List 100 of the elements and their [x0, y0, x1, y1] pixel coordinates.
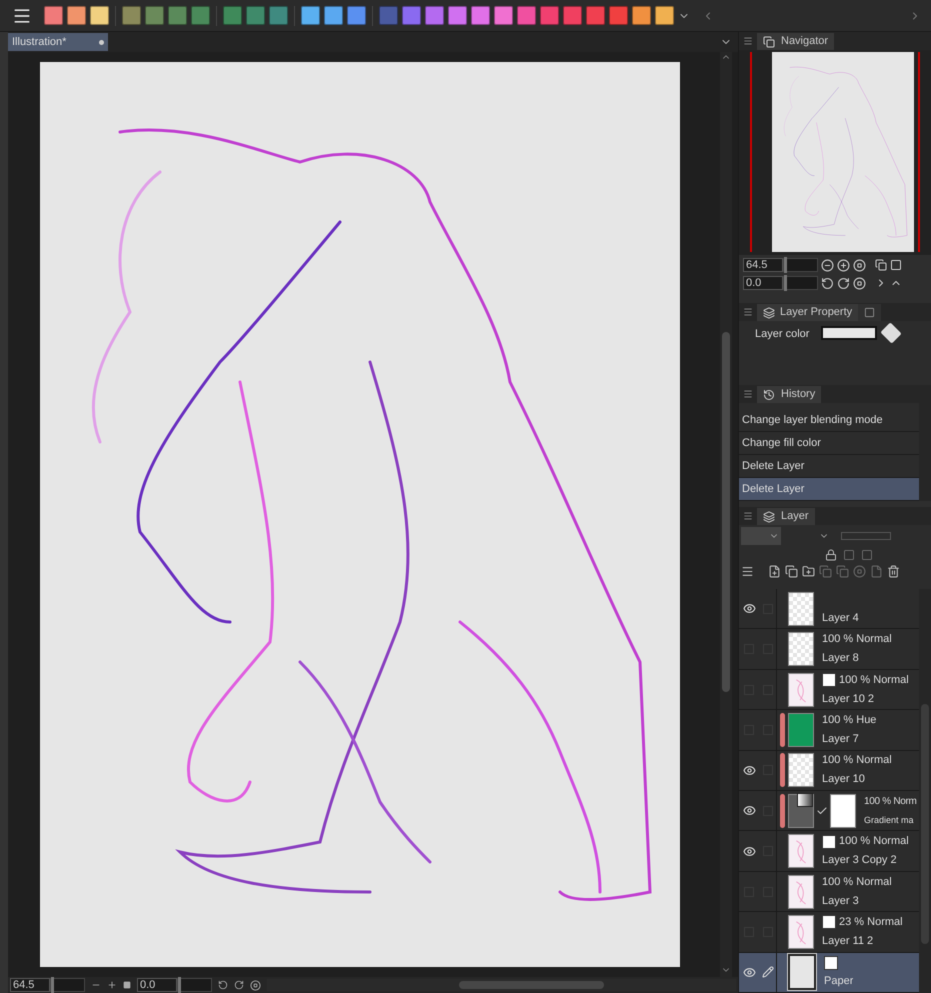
toolbar-tool-icon[interactable] [269, 6, 288, 25]
document-tab[interactable]: Illustration* [8, 33, 108, 51]
toolbar-tool-icon[interactable] [448, 6, 467, 25]
vertical-scrollbar[interactable] [720, 52, 732, 977]
panel-menu-icon[interactable] [743, 36, 753, 46]
layer-row[interactable]: 100 % Normal Layer 10 2 [739, 670, 919, 710]
zoom-field[interactable]: 64.5 [743, 258, 783, 272]
fit-icon[interactable] [853, 258, 866, 272]
eye-icon[interactable] [742, 602, 756, 616]
check-icon [816, 804, 828, 817]
toolbar-tool-icon[interactable] [586, 6, 605, 25]
eye-icon[interactable] [742, 844, 756, 858]
toolbar-tool-icon[interactable] [246, 6, 265, 25]
slider-handle[interactable] [784, 257, 787, 273]
toolbar-tool-icon[interactable] [90, 6, 109, 25]
history-scrollbar[interactable] [919, 403, 931, 501]
layer-row[interactable]: Layer 4 [739, 589, 919, 630]
eye-icon[interactable] [742, 764, 756, 777]
layer-scrollbar[interactable] [919, 589, 931, 993]
rotate-right-icon[interactable] [234, 980, 244, 990]
toolbar-tool-icon[interactable] [471, 6, 490, 25]
trash-icon[interactable] [887, 565, 900, 578]
rotate-right-icon[interactable] [837, 276, 850, 290]
layer-list-icon[interactable] [741, 565, 754, 578]
panel-tab[interactable] [858, 304, 882, 321]
rotation-field[interactable]: 0.0 [137, 978, 177, 992]
opacity-field[interactable] [841, 532, 891, 540]
layer-name: Layer 11 2 [822, 934, 874, 949]
new-folder-icon[interactable] [802, 565, 815, 578]
horizontal-scrollbar[interactable] [267, 979, 736, 991]
layer-name: Layer 3 Copy 2 [822, 853, 898, 868]
toolbar-tool-icon[interactable] [67, 6, 86, 25]
rotate-left-icon[interactable] [821, 276, 834, 290]
zoom-in-icon[interactable] [837, 258, 850, 272]
panel-tab[interactable]: Layer Property [757, 304, 858, 321]
panel-menu-icon[interactable] [743, 511, 753, 521]
layer-property-icon [763, 306, 775, 318]
rotation-field[interactable]: 0.0 [743, 276, 783, 290]
navigator-icon [763, 36, 775, 48]
fit-icon[interactable] [123, 981, 131, 989]
toolbar-tool-icon[interactable] [347, 6, 366, 25]
toolbar-tool-icon[interactable] [301, 6, 320, 25]
toolbar-tool-icon[interactable] [425, 6, 444, 25]
blend-mode-label: 100 % Normal [822, 753, 892, 768]
scrollbar-thumb[interactable] [722, 332, 730, 692]
layer-name: Layer 10 2 [822, 692, 875, 707]
blend-mode-label: 100 % Normal [839, 834, 909, 850]
panel-menu-icon[interactable] [743, 389, 753, 399]
toolbar-tool-icon[interactable] [191, 6, 210, 25]
history-icon [763, 388, 775, 400]
reset-rotation-icon[interactable] [250, 980, 261, 990]
panel-tab[interactable]: Layer [757, 508, 815, 525]
zoom-in-icon[interactable] [107, 980, 117, 990]
toolbar-tool-icon[interactable] [540, 6, 559, 25]
slider-handle[interactable] [51, 977, 54, 993]
zoom-field[interactable]: 64.5 [10, 978, 50, 992]
panel-menu-icon[interactable] [743, 307, 753, 317]
toolbar-tool-icon[interactable] [402, 6, 421, 25]
layer-row[interactable]: 100 % Normal Layer 10 [739, 750, 919, 792]
mask-thumbnail [830, 794, 856, 828]
panel-tab[interactable]: Navigator [757, 33, 834, 50]
toolbar-tool-icon[interactable] [122, 6, 141, 25]
panel-tab[interactable]: History [757, 386, 822, 403]
toolbar-tool-icon[interactable] [145, 6, 164, 25]
zoom-out-icon[interactable] [821, 258, 834, 272]
layer-row[interactable]: Paper [739, 952, 919, 993]
slider-handle[interactable] [784, 275, 787, 291]
scrollbar-thumb[interactable] [459, 981, 604, 989]
layer-color-label: Layer color [755, 327, 810, 342]
reset-rotation-icon[interactable] [853, 276, 866, 290]
toolbar-tool-icon[interactable] [609, 6, 628, 25]
toolbar-tool-icon[interactable] [655, 6, 674, 25]
toolbar-tool-icon[interactable] [168, 6, 187, 25]
layer-row[interactable]: 23 % Normal Layer 11 2 [739, 912, 919, 953]
lock-icon[interactable] [825, 549, 837, 561]
layer-row[interactable]: 100 % Norm Gradient ma [739, 791, 919, 832]
pencil-icon [762, 966, 774, 978]
toolbar-tool-icon[interactable] [632, 6, 651, 25]
layer-row[interactable]: 100 % Normal Layer 3 Copy 2 [739, 831, 919, 872]
new-layer-icon[interactable] [768, 565, 781, 578]
blend-mode-label: 100 % Normal [839, 672, 909, 688]
slider-handle[interactable] [178, 977, 181, 993]
rotate-left-icon[interactable] [218, 980, 228, 990]
toolbar-tool-icon[interactable] [324, 6, 343, 25]
layer-row[interactable]: 100 % Normal Layer 8 [739, 629, 919, 670]
toolbar-tool-icon[interactable] [563, 6, 582, 25]
toolbar-tool-icon[interactable] [494, 6, 513, 25]
layer-row[interactable]: 100 % Hue Layer 7 [739, 710, 919, 751]
toolbar-tool-icon[interactable] [223, 6, 242, 25]
toolbar-tool-icon[interactable] [517, 6, 536, 25]
toolbar-tool-icon[interactable] [44, 6, 63, 25]
layer-name: Layer 7 [822, 732, 860, 747]
eye-icon[interactable] [742, 966, 756, 979]
layer-color-swatch[interactable] [821, 326, 878, 340]
toolbar-tool-icon[interactable] [379, 6, 398, 25]
history-item[interactable]: Delete Layer [739, 478, 919, 501]
eye-icon[interactable] [742, 804, 756, 818]
layer-row[interactable]: 100 % Normal Layer 3 [739, 872, 919, 912]
mask-icon[interactable] [853, 565, 866, 578]
tab-icon [864, 307, 876, 318]
